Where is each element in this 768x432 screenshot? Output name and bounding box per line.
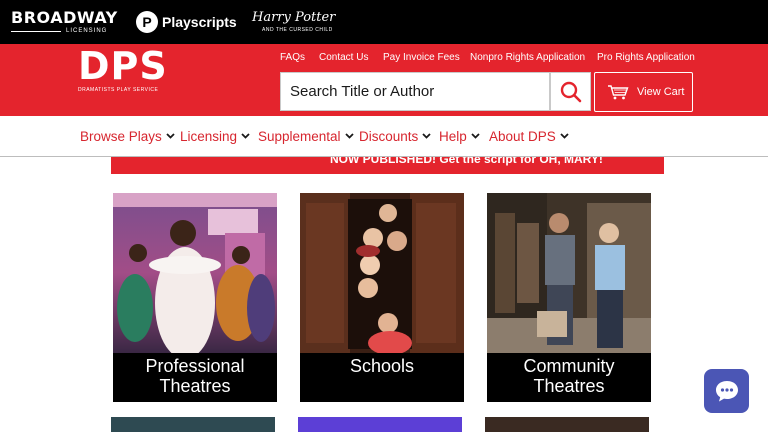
search-button[interactable] (550, 72, 591, 111)
broadway-logo-sub: LICENSING (66, 28, 108, 34)
utility-link-faqs[interactable]: FAQs (280, 52, 305, 63)
chat-icon (715, 381, 738, 402)
search-input[interactable] (290, 83, 549, 100)
nav-licensing[interactable]: Licensing (180, 127, 250, 145)
card-label: Community Theatres (487, 353, 651, 402)
nav-item-label: Discounts (359, 128, 419, 144)
utility-link-label[interactable]: Contact Us (319, 52, 368, 63)
utility-link-pay-invoice[interactable]: Pay Invoice Fees (383, 52, 460, 63)
professional-theatres-photo (113, 193, 277, 353)
chevron-down-icon (344, 133, 354, 139)
playscripts-logo-text: Playscripts (162, 14, 237, 30)
chevron-down-icon (422, 133, 431, 139)
chevron-down-icon (560, 133, 569, 139)
search-icon (560, 81, 581, 102)
card-label: Professional Theatres (113, 353, 277, 402)
nav-item-label: Browse Plays (80, 128, 162, 144)
harry-potter-logo[interactable]: Harry Potter (252, 10, 335, 25)
nav-discounts[interactable]: Discounts (359, 127, 431, 145)
chevron-down-icon (166, 133, 175, 139)
harry-potter-logo-sub: AND THE CURSED CHILD (262, 27, 333, 33)
view-cart-label: View Cart (637, 86, 685, 98)
card-community-theatres[interactable]: Community Theatres (487, 193, 651, 402)
view-cart-button[interactable]: View Cart (594, 72, 693, 112)
playscripts-logo[interactable]: P Playscripts (136, 11, 237, 33)
cart-icon (608, 85, 629, 100)
card-next-row[interactable] (485, 417, 649, 432)
utility-link-nonpro-rights[interactable]: Nonpro Rights Application (470, 52, 585, 63)
utility-link-label[interactable]: Pay Invoice Fees (383, 52, 460, 63)
nav-item-label: Help (439, 128, 467, 144)
nav-about-dps[interactable]: About DPS (489, 127, 569, 145)
dps-logo-subtitle: DRAMATISTS PLAY SERVICE (78, 87, 159, 93)
broadway-licensing-logo[interactable]: BROADWAY (11, 9, 118, 27)
nav-item-label: Licensing (180, 128, 238, 144)
card-schools[interactable]: Schools (300, 193, 464, 402)
nav-help[interactable]: Help (439, 127, 480, 145)
dps-logo[interactable]: DPS (78, 47, 168, 85)
nav-item-label: About DPS (489, 128, 556, 144)
card-next-row[interactable] (111, 417, 275, 432)
chevron-down-icon (241, 133, 250, 139)
utility-link-contact[interactable]: Contact Us (319, 52, 368, 63)
announcement-text: NOW PUBLISHED! Get the script for OH, MA… (330, 157, 603, 166)
chat-button[interactable] (704, 369, 749, 413)
card-professional-theatres[interactable]: Professional Theatres (113, 193, 277, 402)
search-field[interactable] (280, 72, 550, 111)
card-next-row[interactable] (298, 417, 462, 432)
card-label: Schools (300, 353, 464, 402)
announcement-banner[interactable]: NOW PUBLISHED! Get the script for OH, MA… (111, 157, 664, 174)
broadway-logo-rule (11, 31, 61, 32)
nav-supplemental[interactable]: Supplemental (258, 127, 354, 145)
schools-photo (300, 193, 464, 353)
playscripts-p-icon: P (136, 11, 158, 33)
utility-link-label[interactable]: FAQs (280, 52, 305, 63)
community-theatres-photo (487, 193, 651, 353)
nav-browse-plays[interactable]: Browse Plays (80, 127, 175, 145)
chevron-down-icon (471, 133, 480, 139)
utility-link-label[interactable]: Nonpro Rights Application (470, 52, 585, 63)
utility-link-pro-rights[interactable]: Pro Rights Application (597, 52, 695, 63)
utility-link-label[interactable]: Pro Rights Application (597, 52, 695, 63)
nav-item-label: Supplemental (258, 128, 341, 144)
